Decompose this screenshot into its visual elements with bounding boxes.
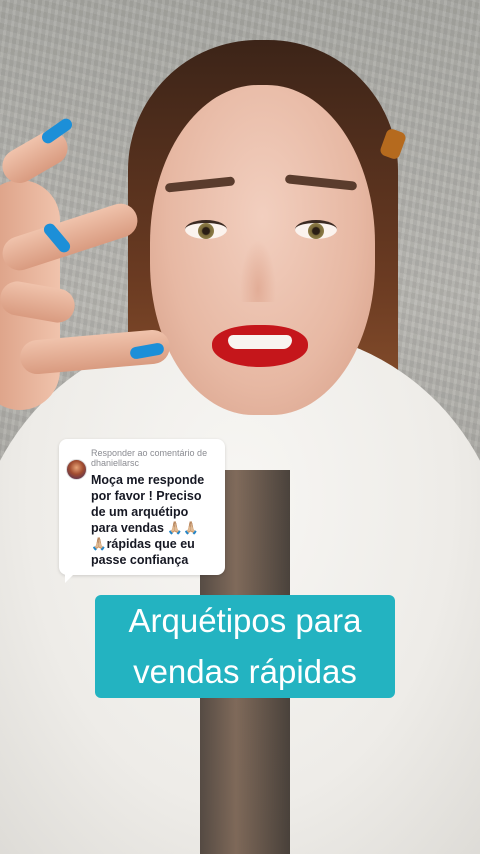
- reply-comment-card[interactable]: Responder ao comentário de dhaniellarsc …: [59, 439, 225, 583]
- reply-comment-line: para vendas 🙏🏼🙏🏼: [91, 521, 199, 535]
- hand-gesture: [0, 120, 172, 410]
- reply-comment-line: Moça me responde: [91, 473, 205, 487]
- reply-username[interactable]: dhaniellarsc: [91, 458, 221, 468]
- reply-comment-line: passe confiança: [91, 553, 189, 567]
- reply-comment-text: Moça me responde por favor ! Preciso de …: [91, 472, 221, 568]
- nose: [240, 240, 276, 302]
- reply-comment-line: de um arquétipo: [91, 505, 189, 519]
- video-caption: Arquétipos para vendas rápidas: [95, 595, 395, 698]
- reply-comment-line: por favor ! Preciso: [91, 489, 202, 503]
- caption-line-2: vendas rápidas: [95, 646, 395, 698]
- caption-line-1: Arquétipos para: [95, 595, 395, 647]
- video-frame[interactable]: [0, 0, 480, 854]
- reply-comment-line: 🙏🏼rápidas que eu: [91, 537, 195, 551]
- right-eye: [295, 220, 337, 239]
- reply-header: Responder ao comentário de dhaniellarsc: [91, 448, 221, 468]
- commenter-avatar[interactable]: [66, 459, 87, 480]
- finger: [0, 124, 74, 190]
- teeth: [228, 335, 292, 349]
- left-eye: [185, 220, 227, 239]
- reply-header-label: Responder ao comentário de: [91, 448, 208, 458]
